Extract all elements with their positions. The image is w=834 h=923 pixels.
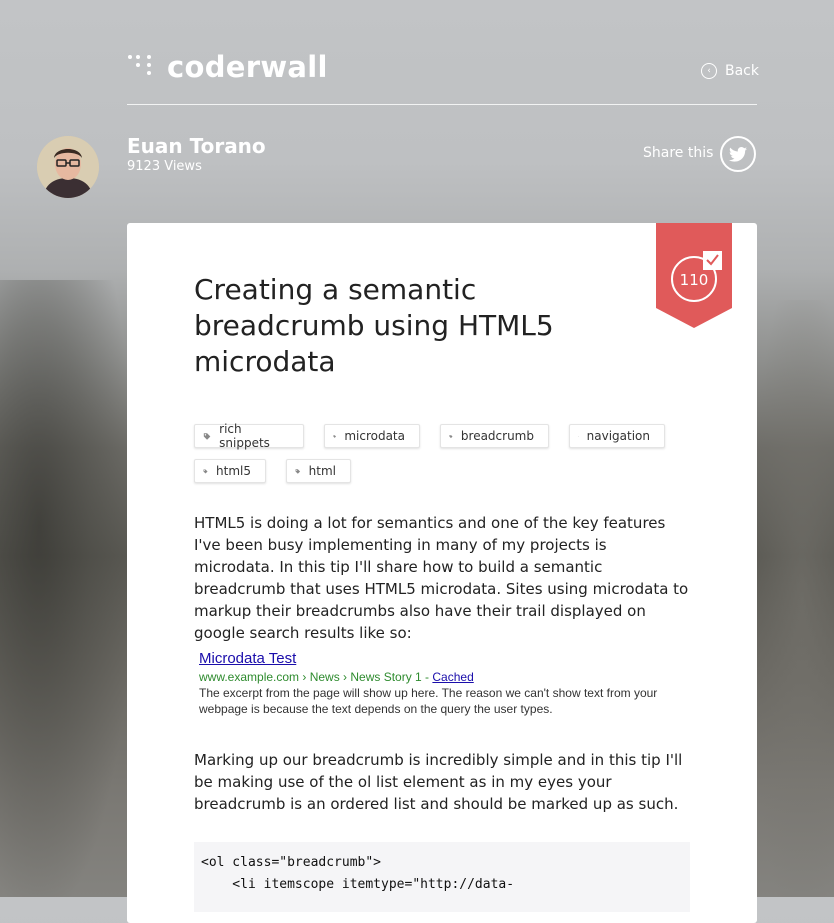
tag-label: html5 <box>216 464 251 478</box>
background-blur-left <box>0 280 130 897</box>
tag-icon <box>203 467 208 476</box>
search-result-title[interactable]: Microdata Test <box>199 650 699 668</box>
chevron-left-circle-icon: ‹ <box>701 63 717 79</box>
twitter-bird-icon <box>729 147 747 162</box>
tag-icon <box>333 432 336 441</box>
tag-icon <box>449 432 453 441</box>
search-result-snippet: The excerpt from the page will show up h… <box>199 685 689 717</box>
tag-navigation[interactable]: navigation <box>569 424 665 448</box>
article-paragraph-1: HTML5 is doing a lot for semantics and o… <box>194 512 690 644</box>
author-views: 9123 Views <box>127 159 202 174</box>
twitter-share-button[interactable] <box>720 136 756 172</box>
header-divider <box>127 104 757 105</box>
share-label: Share this <box>643 145 713 161</box>
code-line: <ol class="breadcrumb"> <box>201 852 683 874</box>
article-title: Creating a semantic breadcrumb using HTM… <box>194 272 614 380</box>
tag-icon <box>578 432 579 441</box>
search-result-breadcrumb: www.example.com › News › News Story 1 - <box>199 670 432 684</box>
code-block: <ol class="breadcrumb"> <li itemscope it… <box>194 842 690 912</box>
avatar-portrait-icon <box>37 136 99 198</box>
background-blur-right <box>754 300 834 897</box>
tag-label: microdata <box>344 429 405 443</box>
coderwall-logo[interactable]: coderwall <box>127 52 328 82</box>
tag-microdata[interactable]: microdata <box>324 424 420 448</box>
back-link[interactable]: ‹ Back <box>701 63 759 79</box>
tag-html[interactable]: html <box>286 459 351 483</box>
author-name[interactable]: Euan Torano <box>127 134 266 158</box>
tag-label: rich snippets <box>219 422 289 450</box>
avatar[interactable] <box>37 136 99 198</box>
search-result-url: www.example.com › News › News Story 1 - … <box>199 669 699 685</box>
code-line: <li itemscope itemtype="http://data- <box>201 874 683 896</box>
upvote-count: 110 <box>670 271 718 289</box>
tag-breadcrumb[interactable]: breadcrumb <box>440 424 549 448</box>
tag-icon <box>203 432 211 441</box>
tag-icon <box>295 467 301 476</box>
article-paragraph-2: Marking up our breadcrumb is incredibly … <box>194 749 690 815</box>
search-result-example: Microdata Test www.example.com › News › … <box>199 650 699 717</box>
logo-wordmark: coderwall <box>167 52 328 82</box>
tag-label: html <box>309 464 336 478</box>
tag-rich-snippets[interactable]: rich snippets <box>194 424 304 448</box>
cached-link[interactable]: Cached <box>432 670 473 684</box>
tag-html5[interactable]: html5 <box>194 459 266 483</box>
tag-label: navigation <box>587 429 650 443</box>
logo-dots-icon <box>127 52 157 82</box>
back-label: Back <box>725 63 759 79</box>
upvote-badge[interactable]: 110 <box>656 223 732 328</box>
tag-label: breadcrumb <box>461 429 534 443</box>
